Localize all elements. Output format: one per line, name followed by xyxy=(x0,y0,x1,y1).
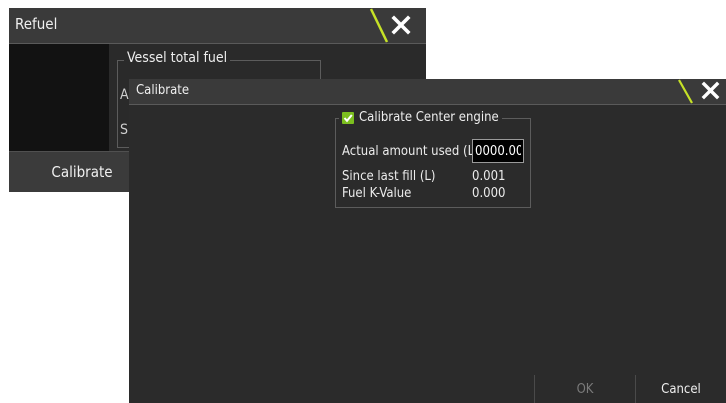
actual-amount-input[interactable] xyxy=(472,139,524,163)
ok-button[interactable]: OK xyxy=(535,375,635,403)
refuel-titlebar: Refuel xyxy=(9,8,426,44)
calibrate-center-engine-label: Calibrate Center engine xyxy=(359,110,499,125)
fuel-k-value-label: Fuel K-Value xyxy=(342,186,412,201)
close-icon[interactable] xyxy=(387,8,415,43)
calibrate-title: Calibrate xyxy=(136,83,190,98)
calibrate-titlebar: Calibrate xyxy=(129,79,726,105)
hidden-label-a: A xyxy=(120,87,129,103)
checkmark-icon xyxy=(343,113,353,122)
vessel-total-fuel-legend: Vessel total fuel xyxy=(124,50,231,66)
since-last-fill-value: 0.001 xyxy=(472,169,506,184)
calibrate-footer: OK Cancel xyxy=(129,375,726,403)
hidden-label-s: S xyxy=(120,122,128,138)
refuel-title: Refuel xyxy=(15,15,58,33)
cancel-button[interactable]: Cancel xyxy=(636,375,726,403)
since-last-fill-label: Since last fill (L) xyxy=(342,169,436,184)
fuel-k-value-value: 0.000 xyxy=(472,186,506,201)
calibrate-engine-group: Calibrate Center engine Actual amount us… xyxy=(335,110,531,208)
actual-amount-label: Actual amount used (L) xyxy=(342,144,479,159)
refuel-left-panel xyxy=(9,44,109,151)
calibrate-center-engine-checkbox[interactable] xyxy=(342,111,354,124)
accent-slash-icon xyxy=(678,79,693,104)
close-icon[interactable] xyxy=(698,79,724,104)
calibrate-dialog: Calibrate Calibrate Center engine Actual… xyxy=(129,79,726,403)
calibrate-engine-legend: Calibrate Center engine xyxy=(339,110,502,125)
